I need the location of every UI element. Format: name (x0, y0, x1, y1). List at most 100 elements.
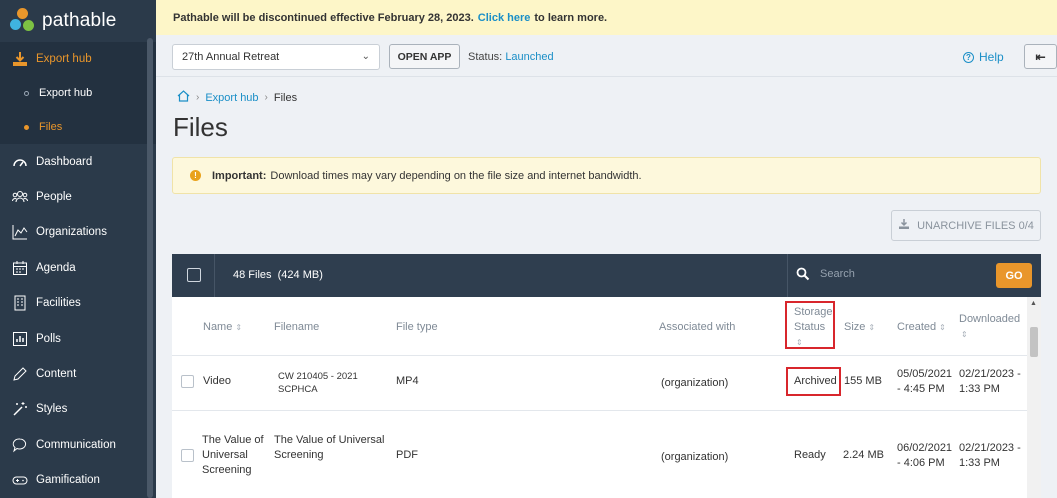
sidebar-item-label: People (36, 191, 72, 204)
column-label: Size (844, 321, 866, 333)
breadcrumb-separator-icon: › (264, 92, 268, 103)
column-label: Created (897, 321, 937, 333)
file-size: 2.24 MB (843, 449, 884, 461)
scroll-up-icon[interactable]: ▲ (1030, 300, 1037, 307)
name-line: Screening (202, 464, 252, 476)
column-header-downloaded[interactable]: Downloaded ⇕ (959, 312, 1020, 342)
sidebar-item-label: Export hub (36, 53, 92, 65)
downloaded-line: 1:33 PM (959, 457, 1000, 469)
sidebar-item-polls[interactable]: Polls (0, 321, 156, 356)
sidebar-item-label: Polls (36, 332, 61, 345)
breadcrumb: › Export hub › Files (177, 90, 297, 105)
sidebar-item-dashboard[interactable]: Dashboard (0, 144, 156, 179)
sidebar-item-label: Facilities (36, 297, 81, 310)
sidebar-item-export-hub[interactable]: Export hub (0, 42, 156, 76)
row-divider (172, 355, 1027, 356)
filename-line: The Value of Universal (274, 434, 385, 446)
divider (214, 254, 215, 297)
sidebar-scrollbar[interactable] (147, 38, 153, 498)
row-checkbox[interactable] (181, 449, 194, 462)
breadcrumb-separator-icon: › (196, 92, 200, 103)
magic-wand-icon (11, 401, 28, 418)
sidebar-item-organizations[interactable]: Organizations (0, 215, 156, 250)
sidebar-subitem-files[interactable]: Files (0, 110, 156, 144)
table-header-bar: 48 Files (424 MB) GO (172, 254, 1041, 297)
file-count: 48 Files (424 MB) (233, 269, 323, 281)
go-button[interactable]: GO (996, 263, 1032, 288)
table-scrollbar[interactable]: ▲ (1027, 297, 1041, 498)
pencil-icon (11, 366, 28, 383)
filename-line: CW 210405 - 2021 (278, 371, 358, 382)
event-select[interactable]: 27th Annual Retreat ⌄ (172, 44, 380, 70)
sidebar: pathable Export hub Export hub Files Das… (0, 0, 156, 498)
sidebar-item-label: Dashboard (36, 155, 93, 168)
sidebar-item-communication[interactable]: Communication (0, 427, 156, 462)
column-header-associated-with: Associated with (659, 321, 736, 333)
sidebar-item-people[interactable]: People (0, 179, 156, 214)
dashboard-icon (11, 153, 28, 170)
name-line: Universal (202, 449, 248, 461)
pathable-logo-icon (10, 8, 36, 34)
sidebar-item-gamification[interactable]: Gamification (0, 463, 156, 498)
select-all-checkbox[interactable] (187, 268, 201, 282)
search-input[interactable] (820, 268, 980, 280)
column-header-name[interactable]: Name ⇕ (203, 320, 242, 335)
top-toolbar: 27th Annual Retreat ⌄ OPEN APP Status: L… (156, 35, 1057, 77)
sidebar-item-facilities[interactable]: Facilities (0, 286, 156, 321)
important-alert: ! Important: Download times may vary dep… (172, 157, 1041, 194)
file-associated: (organization) (661, 451, 729, 463)
unarchive-files-button[interactable]: UNARCHIVE FILES 0/4 (891, 210, 1041, 241)
bullet-icon (24, 124, 29, 130)
sidebar-item-styles[interactable]: Styles (0, 392, 156, 427)
sidebar-subitem-export-hub[interactable]: Export hub (0, 76, 156, 110)
file-filename: CW 210405 - 2021 SCPHCA (278, 370, 358, 396)
building-icon (11, 295, 28, 312)
filename-line: Screening (274, 449, 324, 461)
help-label: Help (979, 50, 1004, 64)
logo[interactable]: pathable (0, 0, 156, 42)
download-icon (11, 51, 28, 68)
files-table: Name ⇕ Filename File type Associated with… (172, 297, 1041, 498)
sidebar-subitem-label: Export hub (39, 87, 93, 99)
file-created: 05/05/2021 - 4:45 PM (897, 367, 952, 397)
chevron-down-icon: ⌄ (361, 51, 370, 62)
column-label: Downloaded (959, 313, 1021, 325)
highlight-box (786, 367, 841, 396)
bullet-icon (24, 90, 29, 96)
help-link[interactable]: ? Help (963, 50, 1004, 64)
sidebar-item-content[interactable]: Content (0, 356, 156, 391)
sort-icon: ⇕ (235, 323, 243, 332)
gamepad-icon (11, 472, 28, 489)
column-header-size[interactable]: Size ⇕ (844, 320, 875, 335)
page-title: Files (173, 112, 228, 142)
file-type: MP4 (396, 375, 419, 387)
file-size: 155 MB (844, 375, 882, 387)
row-checkbox[interactable] (181, 375, 194, 388)
scrollbar-thumb[interactable] (1030, 327, 1038, 357)
open-app-button[interactable]: OPEN APP (389, 44, 460, 69)
collapse-sidebar-button[interactable]: ⇤ (1024, 44, 1057, 69)
discontinued-banner: Pathable will be discontinued effective … (156, 0, 1057, 35)
sidebar-item-label: Communication (36, 438, 116, 451)
highlight-box (785, 301, 835, 349)
file-name: The Value of Universal Screening (202, 433, 264, 478)
column-header-file-type: File type (396, 321, 438, 333)
file-type: PDF (396, 449, 418, 461)
event-select-value: 27th Annual Retreat (182, 51, 280, 63)
collapse-left-icon: ⇤ (1035, 49, 1046, 64)
breadcrumb-current: Files (273, 91, 298, 104)
warning-icon: ! (190, 170, 201, 181)
row-divider (172, 410, 1027, 411)
home-icon[interactable] (177, 90, 190, 105)
chat-icon (11, 436, 28, 453)
status-value: Launched (505, 51, 554, 63)
banner-link[interactable]: Click here (478, 12, 531, 24)
alert-bold: Important: (212, 169, 267, 182)
breadcrumb-export-hub[interactable]: Export hub (205, 92, 258, 104)
divider (787, 254, 788, 297)
column-header-filename: Filename (274, 321, 320, 333)
sidebar-item-agenda[interactable]: Agenda (0, 250, 156, 285)
sort-icon: ⇕ (939, 323, 946, 332)
organizations-icon (11, 224, 28, 241)
column-header-created[interactable]: Created ⇕ (897, 320, 946, 335)
